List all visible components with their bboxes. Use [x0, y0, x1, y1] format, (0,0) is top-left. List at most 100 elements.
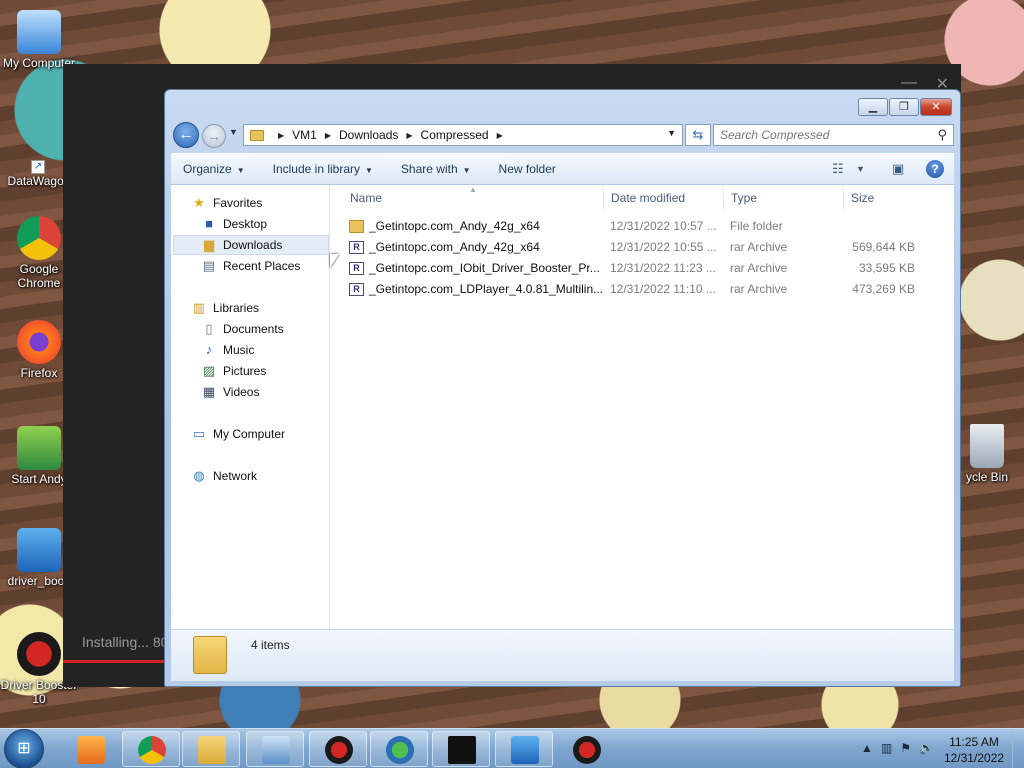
computer-icon: ▭ [192, 426, 206, 441]
nav-my-computer[interactable]: ▭ My Computer [191, 424, 285, 444]
volume-icon[interactable]: 🔈 [919, 741, 934, 755]
nav-network[interactable]: ◍ Network [191, 466, 257, 486]
breadcrumb-downloads[interactable]: Downloads [339, 128, 398, 142]
caption-buttons: ▁ ❐ ✕ [857, 98, 952, 116]
taskbar-media-player[interactable] [61, 731, 119, 767]
firefox-icon [17, 320, 61, 364]
chevron-right-icon[interactable]: ▶ [278, 131, 284, 140]
desktop-icon-recycle-bin[interactable]: ycle Bin [950, 424, 1024, 484]
clock[interactable]: 11:25 AM 12/31/2022 [944, 734, 1004, 766]
nav-libraries[interactable]: ▥ Libraries [191, 298, 259, 318]
recent-pages-chevron-icon[interactable]: ▼ [229, 127, 238, 137]
nav-documents[interactable]: ▯ Documents [201, 319, 283, 339]
view-options-icon[interactable]: ☷ [832, 162, 848, 176]
navigation-pane: ★ Favorites ■ Desktop ▆ Downloads ▤ Recent P… [171, 185, 330, 629]
install-status: Installing... 80 [82, 634, 169, 650]
show-hidden-icons-icon[interactable]: ▲ [861, 741, 873, 755]
chevron-right-icon[interactable]: ▶ [325, 131, 331, 140]
close-button[interactable]: ✕ [920, 98, 952, 116]
nav-recent-places[interactable]: ▤ Recent Places [201, 256, 301, 276]
nav-music[interactable]: ♪ Music [201, 340, 255, 360]
explorer-window: ▁ ❐ ✕ ← → ▼ ▶ VM1 ▶ Downloads ▶ Compress… [164, 89, 961, 687]
share-with-button[interactable]: Share with ▼ [401, 162, 471, 176]
network-icon: ◍ [193, 468, 205, 483]
details-pane: 4 items [171, 629, 954, 681]
taskbar-iobit[interactable] [495, 731, 553, 767]
preview-pane-icon[interactable]: ▣ [892, 162, 908, 176]
chevron-right-icon[interactable]: ▶ [497, 131, 503, 140]
nav-desktop[interactable]: ■ Desktop [201, 214, 267, 234]
mouse-cursor-icon [330, 254, 343, 268]
organize-button[interactable]: Organize ▼ [183, 162, 245, 176]
file-row[interactable]: R _Getintopc.com_IObit_Driver_Booster_Pr… [347, 258, 927, 279]
action-center-icon[interactable]: ⚑ [900, 741, 911, 755]
view-controls: ☷ ▼ ▣ ? [824, 160, 944, 178]
command-bar: Organize ▼ Include in library ▼ Share with… [171, 153, 954, 185]
rar-archive-icon: R [349, 241, 364, 254]
rar-archive-icon: R [349, 262, 364, 275]
taskbar-driver-booster[interactable] [309, 731, 367, 767]
chevron-down-icon: ▼ [462, 166, 471, 175]
column-header-size[interactable]: Size [844, 185, 924, 211]
refresh-button[interactable]: ⇆ [685, 124, 711, 146]
nav-downloads[interactable]: ▆ Downloads [173, 235, 329, 255]
datawagon-icon: ↗ [17, 128, 61, 174]
address-dropdown-icon[interactable]: ▼ [667, 128, 676, 138]
taskbar-control-panel[interactable] [246, 731, 304, 767]
include-in-library-button[interactable]: Include in library ▼ [273, 162, 373, 176]
clock-date: 12/31/2022 [943, 751, 1004, 765]
nav-favorites[interactable]: ★ Favorites [191, 193, 262, 213]
column-header-date[interactable]: Date modified [604, 185, 724, 211]
taskbar-idm[interactable] [370, 731, 428, 767]
videos-icon: ▦ [202, 384, 216, 399]
maximize-button[interactable]: ❐ [889, 98, 919, 116]
explorer-icon [198, 736, 226, 764]
iobit-icon [511, 736, 539, 764]
computer-icon [17, 10, 61, 54]
back-button[interactable]: ← [173, 122, 199, 148]
downloads-folder-icon: ▆ [204, 237, 214, 252]
search-input[interactable] [714, 125, 924, 145]
media-player-icon [77, 736, 105, 764]
address-bar[interactable]: ▶ VM1 ▶ Downloads ▶ Compressed ▶ ▼ [243, 124, 683, 146]
search-box[interactable]: ⚲ [713, 124, 954, 146]
help-icon[interactable]: ? [926, 160, 944, 178]
control-panel-icon [262, 736, 290, 764]
file-list: ▲ Name Date modified Type Size _Getintop… [331, 185, 954, 629]
file-row[interactable]: R _Getintopc.com_Andy_42g_x64 12/31/2022… [347, 237, 927, 258]
network-status-icon[interactable]: ▥ [881, 741, 892, 755]
system-tray: ▲ ▥ ⚑ 🔈 [861, 741, 934, 755]
start-button[interactable]: ⊞ [4, 729, 44, 768]
chevron-right-icon[interactable]: ▶ [406, 131, 412, 140]
nav-videos[interactable]: ▦ Videos [201, 382, 260, 402]
minimize-button[interactable]: ▁ [858, 98, 888, 116]
search-icon[interactable]: ⚲ [937, 127, 947, 143]
taskbar-chrome[interactable] [122, 731, 180, 767]
libraries-icon: ▥ [192, 300, 206, 315]
nav-pictures[interactable]: ▨ Pictures [201, 361, 267, 381]
driver-booster-icon [325, 736, 353, 764]
iobit-icon [17, 528, 61, 572]
new-folder-button[interactable]: New folder [499, 162, 556, 176]
music-icon: ♪ [205, 342, 213, 357]
breadcrumb-vm1[interactable]: VM1 [292, 128, 317, 142]
desktop-icon-my-computer[interactable]: My Computer [0, 10, 78, 70]
breadcrumb-compressed[interactable]: Compressed [421, 128, 489, 142]
column-header-type[interactable]: Type [724, 185, 844, 211]
taskbar-explorer[interactable] [182, 731, 240, 767]
forward-button[interactable]: → [202, 124, 226, 148]
taskbar-7zip[interactable] [432, 731, 490, 767]
file-row[interactable]: R _Getintopc.com_LDPlayer_4.0.81_Multili… [347, 279, 927, 300]
column-header-name[interactable]: Name [343, 185, 604, 211]
folder-icon [250, 129, 264, 141]
taskbar-driver-booster-2[interactable] [557, 731, 615, 767]
file-row[interactable]: _Getintopc.com_Andy_42g_x64 12/31/2022 1… [347, 216, 927, 237]
chevron-down-icon[interactable]: ▼ [856, 162, 872, 176]
andy-icon [17, 426, 61, 470]
item-count: 4 items [251, 638, 290, 652]
driver-booster-icon [573, 736, 601, 764]
show-desktop-button[interactable] [1012, 729, 1024, 768]
chrome-icon [17, 216, 61, 260]
folder-icon [349, 220, 364, 233]
chevron-down-icon: ▼ [365, 166, 373, 175]
